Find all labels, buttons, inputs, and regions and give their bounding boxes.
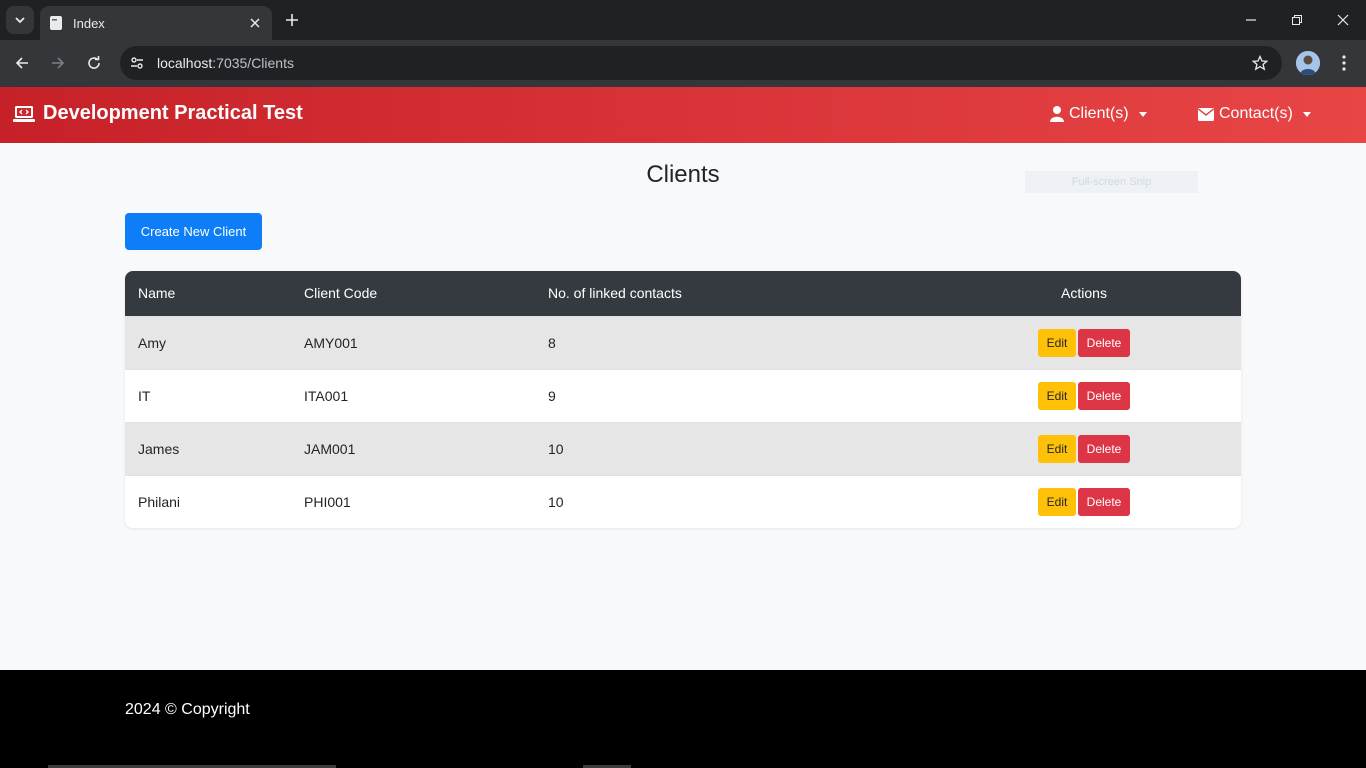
client-code: AMY001 [291, 315, 535, 369]
profile-avatar[interactable] [1296, 51, 1320, 75]
caret-down-icon [1138, 111, 1147, 117]
delete-button[interactable]: Delete [1078, 434, 1130, 463]
create-new-client-button[interactable]: Create New Client [125, 213, 262, 250]
bookmark-star-icon[interactable] [1248, 51, 1272, 75]
header-actions: Actions [1061, 285, 1107, 302]
footer: 2024 © Copyright [0, 670, 1366, 768]
header-name: Name [138, 285, 176, 302]
reload-icon [88, 56, 100, 69]
table-row: Amy AMY001 8 Edit Delete [125, 315, 1241, 369]
clients-table: Name Client Code No. of linked contacts … [125, 271, 1241, 528]
snip-overlay: Full-screen Snip [1025, 171, 1198, 193]
client-name: Amy [125, 315, 291, 369]
row-actions: Edit Delete [927, 474, 1241, 528]
arrow-right-icon [52, 57, 65, 69]
envelope-icon [1198, 107, 1214, 121]
delete-button[interactable]: Delete [1078, 487, 1130, 516]
linked-contacts-count: 9 [535, 368, 927, 422]
edit-button[interactable]: Edit [1038, 487, 1076, 516]
delete-button[interactable]: Delete [1078, 328, 1130, 357]
browser-toolbar: localhost:7035/Clients [0, 40, 1366, 87]
brand-link[interactable]: Development Practical Test [13, 102, 303, 125]
header-client-code: Client Code [304, 285, 378, 302]
client-name: IT [125, 368, 291, 422]
copyright-text: 2024 © Copyright [125, 701, 250, 718]
clients-menu-label: Client(s) [1069, 105, 1129, 122]
table-row: IT ITA001 9 Edit Delete [125, 368, 1241, 422]
reload-button[interactable] [82, 51, 106, 75]
site-info-icon[interactable] [124, 50, 150, 76]
window-close-button[interactable] [1332, 9, 1354, 31]
edit-button[interactable]: Edit [1038, 381, 1076, 410]
row-actions: Edit Delete [927, 315, 1241, 369]
minimize-button[interactable] [1240, 9, 1262, 31]
close-icon[interactable] [246, 14, 264, 32]
more-vert-icon [1342, 55, 1346, 71]
contacts-dropdown[interactable]: Contact(s) [1198, 105, 1311, 123]
linked-contacts-count: 10 [535, 474, 927, 528]
back-button[interactable] [10, 51, 34, 75]
tab-title: Index [73, 15, 105, 31]
url-text: localhost:7035/Clients [157, 55, 1248, 71]
client-code: ITA001 [291, 368, 535, 422]
restore-icon [1292, 15, 1302, 25]
browser-tab-strip: Index [0, 0, 1366, 40]
client-name: Philani [125, 474, 291, 528]
client-code: PHI001 [291, 474, 535, 528]
contacts-menu-label: Contact(s) [1219, 105, 1293, 122]
table-row: James JAM001 10 Edit Delete [125, 421, 1241, 475]
new-tab-button[interactable] [282, 10, 302, 30]
minimize-icon [1246, 19, 1256, 21]
clients-dropdown[interactable]: Client(s) [1050, 105, 1147, 123]
delete-button[interactable]: Delete [1078, 381, 1130, 410]
plus-icon [286, 14, 298, 26]
forward-button[interactable] [46, 51, 70, 75]
linked-contacts-count: 8 [535, 315, 927, 369]
brand-text: Development Practical Test [43, 102, 303, 124]
caret-down-icon [1302, 111, 1311, 117]
row-actions: Edit Delete [927, 421, 1241, 475]
url-host: localhost [157, 55, 213, 71]
address-bar[interactable]: localhost:7035/Clients [120, 46, 1282, 80]
app-navbar: Development Practical Test Client(s) Con… [0, 87, 1366, 143]
close-icon [1337, 14, 1349, 26]
chevron-down-icon [15, 17, 25, 24]
header-linked-contacts: No. of linked contacts [548, 285, 682, 302]
url-path: :7035/Clients [212, 55, 294, 71]
linked-contacts-count: 10 [535, 421, 927, 475]
client-code: JAM001 [291, 421, 535, 475]
arrow-left-icon [15, 57, 28, 69]
browser-tab[interactable]: Index [40, 6, 272, 40]
browser-menu-button[interactable] [1334, 51, 1354, 75]
edit-button[interactable]: Edit [1038, 328, 1076, 357]
user-icon [1050, 106, 1064, 122]
row-actions: Edit Delete [927, 368, 1241, 422]
tab-search-button[interactable] [6, 6, 34, 34]
page-icon [50, 16, 62, 30]
restore-button[interactable] [1286, 9, 1308, 31]
laptop-code-icon [13, 105, 35, 122]
edit-button[interactable]: Edit [1038, 434, 1076, 463]
table-row: Philani PHI001 10 Edit Delete [125, 474, 1241, 528]
client-name: James [125, 421, 291, 475]
table-header-row: Name Client Code No. of linked contacts … [125, 271, 1241, 316]
